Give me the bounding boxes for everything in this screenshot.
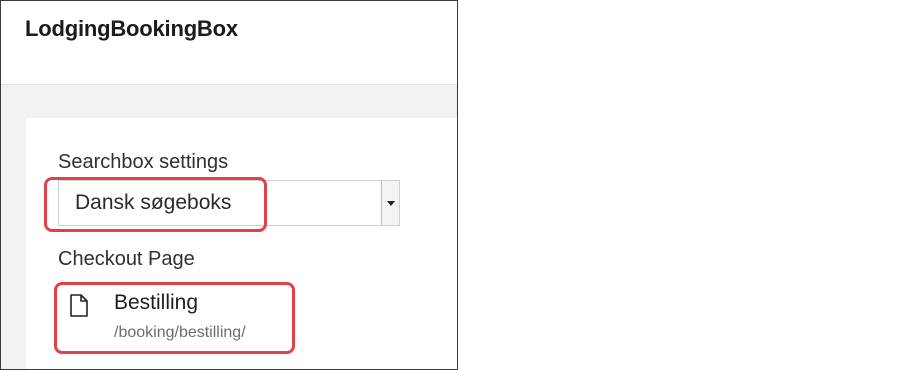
- checkout-highlight-box: [54, 282, 295, 354]
- settings-panel: Searchbox settings Dansk søgeboks Checko…: [26, 118, 457, 369]
- searchbox-highlight-box: [44, 177, 267, 232]
- editor-window: LodgingBookingBox Searchbox settings Dan…: [0, 0, 458, 370]
- page-title: LodgingBookingBox: [25, 16, 238, 41]
- checkout-page-label: Checkout Page: [58, 248, 195, 270]
- header: LodgingBookingBox: [1, 1, 457, 85]
- select-dropdown-button[interactable]: [381, 181, 399, 225]
- chevron-down-icon: [387, 201, 395, 206]
- searchbox-settings-label: Searchbox settings: [58, 151, 229, 173]
